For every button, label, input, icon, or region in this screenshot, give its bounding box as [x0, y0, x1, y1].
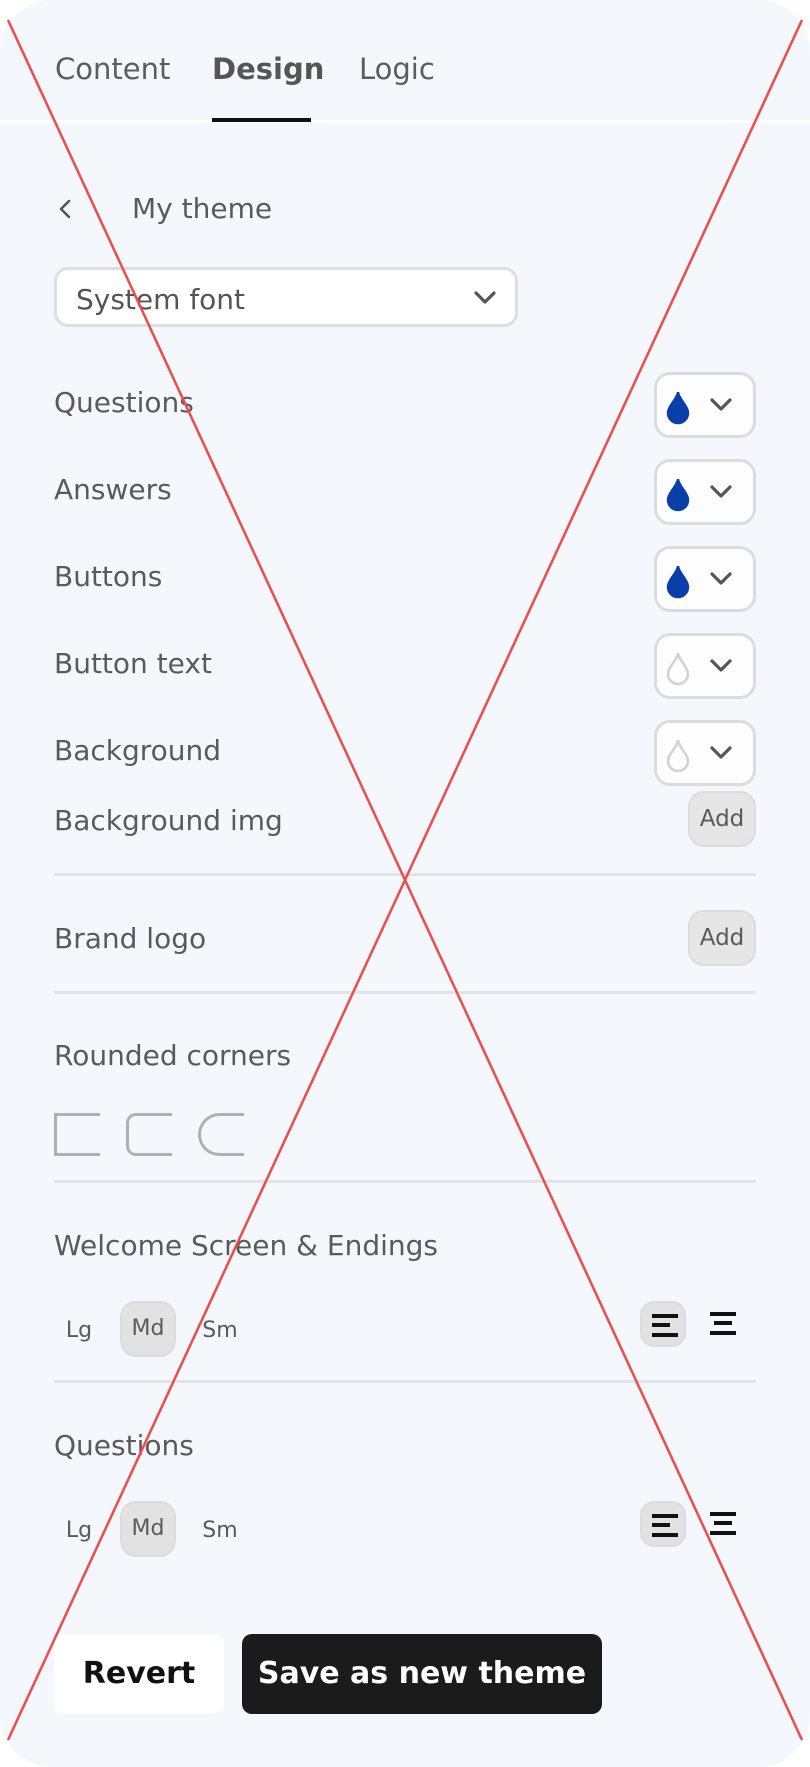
corner-option-none[interactable]	[54, 1113, 100, 1156]
rounded-corners-label: Rounded corners	[54, 1039, 292, 1072]
divider	[54, 873, 756, 876]
chevron-down-icon	[710, 572, 732, 585]
chevron-left-icon	[59, 199, 71, 219]
font-select[interactable]: System font	[54, 267, 518, 327]
font-select-value: System font	[76, 283, 246, 316]
tab-design[interactable]: Design	[212, 52, 324, 86]
save-as-new-theme-button[interactable]: Save as new theme	[242, 1634, 602, 1714]
back-button[interactable]	[54, 193, 78, 225]
color-drop-icon	[666, 652, 690, 686]
color-picker-button[interactable]	[654, 633, 756, 699]
theme-name: My theme	[132, 192, 273, 225]
welcome-size-md[interactable]: Md	[120, 1301, 176, 1357]
welcome-size-lg[interactable]: Lg	[60, 1303, 98, 1359]
questions-size-sm[interactable]: Sm	[198, 1503, 242, 1559]
color-drop-icon	[666, 391, 690, 425]
color-drop-icon	[666, 565, 690, 599]
color-row-label: Answers	[54, 473, 172, 506]
welcome-size-sm[interactable]: Sm	[198, 1303, 242, 1359]
questions-size-lg[interactable]: Lg	[60, 1503, 98, 1559]
background-img-label: Background img	[54, 804, 283, 837]
questions-size-md[interactable]: Md	[120, 1501, 176, 1557]
divider	[54, 1380, 756, 1383]
chevron-down-icon	[710, 398, 732, 411]
chevron-down-icon	[710, 746, 732, 759]
color-drop-icon	[666, 739, 690, 773]
color-picker-button[interactable]	[654, 546, 756, 612]
color-picker-button[interactable]	[654, 372, 756, 438]
brand-logo-label: Brand logo	[54, 922, 207, 955]
divider	[54, 991, 756, 994]
tab-logic[interactable]: Logic	[359, 52, 435, 86]
add-brand-logo-button[interactable]: Add	[688, 910, 756, 966]
chevron-down-icon	[474, 291, 496, 304]
welcome-align-center-button[interactable]	[700, 1301, 746, 1347]
chevron-down-icon	[710, 659, 732, 672]
design-panel: Content Design Logic My theme System fon…	[0, 0, 810, 1767]
questions-align-center-button[interactable]	[700, 1501, 746, 1547]
color-drop-icon	[666, 478, 690, 512]
align-center-icon	[710, 1312, 736, 1316]
corner-option-large[interactable]	[198, 1113, 244, 1156]
chevron-down-icon	[710, 485, 732, 498]
color-row-label: Background	[54, 734, 222, 767]
add-background-img-button[interactable]: Add	[688, 791, 756, 847]
tab-content[interactable]: Content	[55, 52, 170, 86]
color-row-label: Questions	[54, 386, 194, 419]
color-row-label: Buttons	[54, 560, 163, 593]
revert-button[interactable]: Revert	[54, 1634, 224, 1714]
tab-bar: Content Design Logic	[0, 0, 810, 123]
color-picker-button[interactable]	[654, 720, 756, 786]
welcome-align-left-button[interactable]	[640, 1301, 686, 1347]
welcome-screen-label: Welcome Screen & Endings	[54, 1229, 438, 1262]
questions-align-left-button[interactable]	[640, 1501, 686, 1547]
questions-layout-label: Questions	[54, 1429, 194, 1462]
color-row-label: Button text	[54, 647, 212, 680]
active-tab-indicator	[212, 118, 311, 122]
align-left-icon	[652, 1514, 678, 1518]
corner-option-small[interactable]	[126, 1113, 172, 1156]
divider	[54, 1180, 756, 1183]
align-left-icon	[652, 1314, 678, 1318]
align-center-icon	[710, 1512, 736, 1516]
color-picker-button[interactable]	[654, 459, 756, 525]
